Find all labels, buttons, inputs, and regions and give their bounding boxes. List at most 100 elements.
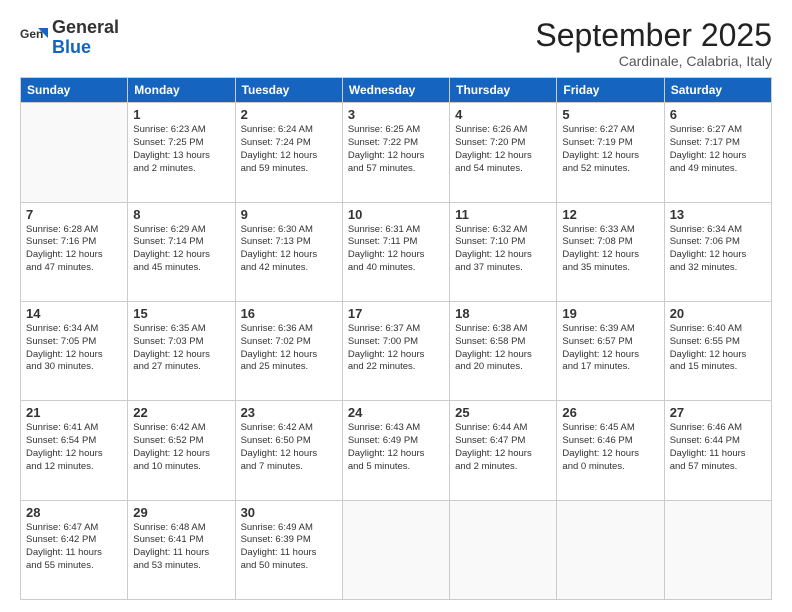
logo: Gen General Blue bbox=[20, 18, 119, 58]
weekday-header-friday: Friday bbox=[557, 78, 664, 103]
day-number: 1 bbox=[133, 107, 229, 122]
week-row-3: 21 Sunrise: 6:41 AM Sunset: 6:54 PM Dayli… bbox=[21, 401, 772, 500]
day-info: Sunrise: 6:35 AM Sunset: 7:03 PM Dayligh… bbox=[133, 323, 229, 374]
calendar-cell: 26 Sunrise: 6:45 AM Sunset: 6:46 PM Dayli… bbox=[557, 401, 664, 500]
day-info: Sunrise: 6:32 AM Sunset: 7:10 PM Dayligh… bbox=[455, 224, 551, 275]
calendar-cell: 2 Sunrise: 6:24 AM Sunset: 7:24 PM Daylig… bbox=[235, 103, 342, 202]
day-number: 2 bbox=[241, 107, 337, 122]
day-info: Sunrise: 6:40 AM Sunset: 6:55 PM Dayligh… bbox=[670, 323, 766, 374]
day-number: 8 bbox=[133, 207, 229, 222]
calendar-cell: 23Sunrise: 6:42 AM Sunset: 6:50 PM Dayli… bbox=[235, 401, 342, 500]
week-row-4: 28 Sunrise: 6:47 AM Sunset: 6:42 PM Dayli… bbox=[21, 500, 772, 599]
day-info: Sunrise: 6:34 AM Sunset: 7:06 PM Dayligh… bbox=[670, 224, 766, 275]
calendar-cell: 22 Sunrise: 6:42 AM Sunset: 6:52 PM Dayli… bbox=[128, 401, 235, 500]
day-info: Sunrise: 6:34 AM Sunset: 7:05 PM Dayligh… bbox=[26, 323, 122, 374]
calendar-cell: 5 Sunrise: 6:27 AM Sunset: 7:19 PM Daylig… bbox=[557, 103, 664, 202]
title-block: September 2025 Cardinale, Calabria, Ital… bbox=[535, 18, 772, 69]
calendar-cell: 9 Sunrise: 6:30 AM Sunset: 7:13 PM Daylig… bbox=[235, 202, 342, 301]
day-number: 11 bbox=[455, 207, 551, 222]
day-number: 20 bbox=[670, 306, 766, 321]
day-info: Sunrise: 6:33 AM Sunset: 7:08 PM Dayligh… bbox=[562, 224, 658, 275]
day-info: Sunrise: 6:47 AM Sunset: 6:42 PM Dayligh… bbox=[26, 522, 122, 573]
month-title: September 2025 bbox=[535, 18, 772, 53]
calendar-cell bbox=[664, 500, 771, 599]
day-info: Sunrise: 6:45 AM Sunset: 6:46 PM Dayligh… bbox=[562, 422, 658, 473]
weekday-header-row: SundayMondayTuesdayWednesdayThursdayFrid… bbox=[21, 78, 772, 103]
day-info: Sunrise: 6:46 AM Sunset: 6:44 PM Dayligh… bbox=[670, 422, 766, 473]
day-info: Sunrise: 6:41 AM Sunset: 6:54 PM Dayligh… bbox=[26, 422, 122, 473]
page: Gen General Blue September 2025 Cardinal… bbox=[0, 0, 792, 612]
weekday-header-thursday: Thursday bbox=[450, 78, 557, 103]
day-info: Sunrise: 6:31 AM Sunset: 7:11 PM Dayligh… bbox=[348, 224, 444, 275]
day-number: 5 bbox=[562, 107, 658, 122]
day-info: Sunrise: 6:42 AM Sunset: 6:50 PM Dayligh… bbox=[241, 422, 337, 473]
day-number: 21 bbox=[26, 405, 122, 420]
calendar-cell: 11 Sunrise: 6:32 AM Sunset: 7:10 PM Dayli… bbox=[450, 202, 557, 301]
calendar-cell: 1 Sunrise: 6:23 AM Sunset: 7:25 PM Daylig… bbox=[128, 103, 235, 202]
week-row-1: 7 Sunrise: 6:28 AM Sunset: 7:16 PM Daylig… bbox=[21, 202, 772, 301]
calendar-cell: 6 Sunrise: 6:27 AM Sunset: 7:17 PM Daylig… bbox=[664, 103, 771, 202]
day-info: Sunrise: 6:25 AM Sunset: 7:22 PM Dayligh… bbox=[348, 124, 444, 175]
weekday-header-tuesday: Tuesday bbox=[235, 78, 342, 103]
calendar-cell: 3 Sunrise: 6:25 AM Sunset: 7:22 PM Daylig… bbox=[342, 103, 449, 202]
day-info: Sunrise: 6:30 AM Sunset: 7:13 PM Dayligh… bbox=[241, 224, 337, 275]
day-number: 26 bbox=[562, 405, 658, 420]
day-number: 12 bbox=[562, 207, 658, 222]
day-info: Sunrise: 6:42 AM Sunset: 6:52 PM Dayligh… bbox=[133, 422, 229, 473]
calendar-cell: 27Sunrise: 6:46 AM Sunset: 6:44 PM Dayli… bbox=[664, 401, 771, 500]
day-info: Sunrise: 6:38 AM Sunset: 6:58 PM Dayligh… bbox=[455, 323, 551, 374]
calendar-cell: 19Sunrise: 6:39 AM Sunset: 6:57 PM Dayli… bbox=[557, 301, 664, 400]
calendar-cell: 15 Sunrise: 6:35 AM Sunset: 7:03 PM Dayli… bbox=[128, 301, 235, 400]
day-info: Sunrise: 6:27 AM Sunset: 7:19 PM Dayligh… bbox=[562, 124, 658, 175]
day-number: 30 bbox=[241, 505, 337, 520]
day-info: Sunrise: 6:26 AM Sunset: 7:20 PM Dayligh… bbox=[455, 124, 551, 175]
day-info: Sunrise: 6:39 AM Sunset: 6:57 PM Dayligh… bbox=[562, 323, 658, 374]
calendar-cell: 17Sunrise: 6:37 AM Sunset: 7:00 PM Dayli… bbox=[342, 301, 449, 400]
day-info: Sunrise: 6:43 AM Sunset: 6:49 PM Dayligh… bbox=[348, 422, 444, 473]
logo-blue-text: Blue bbox=[52, 37, 91, 57]
day-info: Sunrise: 6:44 AM Sunset: 6:47 PM Dayligh… bbox=[455, 422, 551, 473]
day-info: Sunrise: 6:24 AM Sunset: 7:24 PM Dayligh… bbox=[241, 124, 337, 175]
calendar-cell: 14Sunrise: 6:34 AM Sunset: 7:05 PM Dayli… bbox=[21, 301, 128, 400]
calendar-cell: 4 Sunrise: 6:26 AM Sunset: 7:20 PM Daylig… bbox=[450, 103, 557, 202]
week-row-0: 1 Sunrise: 6:23 AM Sunset: 7:25 PM Daylig… bbox=[21, 103, 772, 202]
calendar-cell: 18Sunrise: 6:38 AM Sunset: 6:58 PM Dayli… bbox=[450, 301, 557, 400]
logo-icon: Gen bbox=[20, 24, 48, 52]
day-number: 9 bbox=[241, 207, 337, 222]
day-info: Sunrise: 6:48 AM Sunset: 6:41 PM Dayligh… bbox=[133, 522, 229, 573]
calendar-cell: 28 Sunrise: 6:47 AM Sunset: 6:42 PM Dayli… bbox=[21, 500, 128, 599]
weekday-header-monday: Monday bbox=[128, 78, 235, 103]
weekday-header-sunday: Sunday bbox=[21, 78, 128, 103]
day-number: 29 bbox=[133, 505, 229, 520]
day-number: 22 bbox=[133, 405, 229, 420]
calendar-cell: 8Sunrise: 6:29 AM Sunset: 7:14 PM Daylig… bbox=[128, 202, 235, 301]
logo-general-text: General bbox=[52, 17, 119, 37]
calendar-cell: 12 Sunrise: 6:33 AM Sunset: 7:08 PM Dayli… bbox=[557, 202, 664, 301]
calendar-cell bbox=[342, 500, 449, 599]
calendar-cell: 25Sunrise: 6:44 AM Sunset: 6:47 PM Dayli… bbox=[450, 401, 557, 500]
header: Gen General Blue September 2025 Cardinal… bbox=[20, 18, 772, 69]
calendar-cell: 16Sunrise: 6:36 AM Sunset: 7:02 PM Dayli… bbox=[235, 301, 342, 400]
calendar-cell: 24 Sunrise: 6:43 AM Sunset: 6:49 PM Dayli… bbox=[342, 401, 449, 500]
day-number: 7 bbox=[26, 207, 122, 222]
day-number: 28 bbox=[26, 505, 122, 520]
day-info: Sunrise: 6:28 AM Sunset: 7:16 PM Dayligh… bbox=[26, 224, 122, 275]
calendar-cell: 21 Sunrise: 6:41 AM Sunset: 6:54 PM Dayli… bbox=[21, 401, 128, 500]
weekday-header-saturday: Saturday bbox=[664, 78, 771, 103]
calendar-cell: 13 Sunrise: 6:34 AM Sunset: 7:06 PM Dayli… bbox=[664, 202, 771, 301]
calendar-cell bbox=[450, 500, 557, 599]
day-number: 4 bbox=[455, 107, 551, 122]
day-number: 24 bbox=[348, 405, 444, 420]
weekday-header-wednesday: Wednesday bbox=[342, 78, 449, 103]
day-number: 15 bbox=[133, 306, 229, 321]
day-number: 6 bbox=[670, 107, 766, 122]
calendar-cell: 20 Sunrise: 6:40 AM Sunset: 6:55 PM Dayli… bbox=[664, 301, 771, 400]
day-number: 10 bbox=[348, 207, 444, 222]
calendar-cell: 7 Sunrise: 6:28 AM Sunset: 7:16 PM Daylig… bbox=[21, 202, 128, 301]
day-info: Sunrise: 6:27 AM Sunset: 7:17 PM Dayligh… bbox=[670, 124, 766, 175]
day-number: 13 bbox=[670, 207, 766, 222]
day-number: 3 bbox=[348, 107, 444, 122]
day-number: 16 bbox=[241, 306, 337, 321]
day-info: Sunrise: 6:23 AM Sunset: 7:25 PM Dayligh… bbox=[133, 124, 229, 175]
calendar-table: SundayMondayTuesdayWednesdayThursdayFrid… bbox=[20, 77, 772, 600]
